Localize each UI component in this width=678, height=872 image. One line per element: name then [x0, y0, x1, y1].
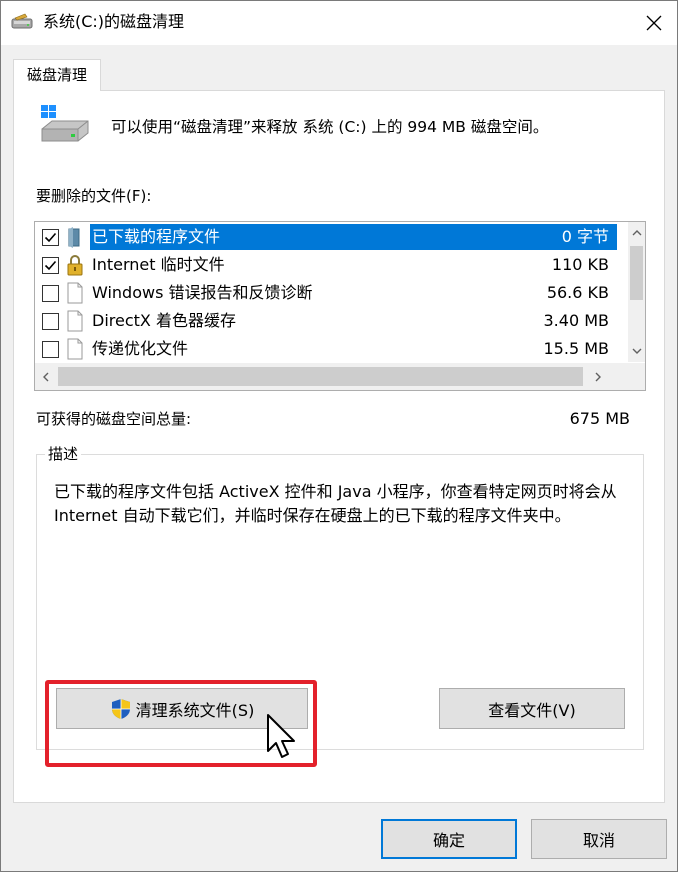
horizontal-scrollbar[interactable]	[35, 363, 629, 390]
files-list[interactable]: 已下载的程序文件 0 字节 Internet 临时文件 110 KB Windo…	[34, 221, 646, 391]
drive-icon	[41, 105, 89, 142]
description-title: 描述	[45, 443, 82, 465]
checkbox[interactable]	[42, 229, 59, 246]
file-icon	[67, 338, 83, 360]
file-size: 3.40 MB	[543, 311, 610, 330]
list-item[interactable]: Internet 临时文件 110 KB	[35, 251, 617, 279]
file-icon	[67, 310, 83, 332]
chevron-left-icon	[43, 372, 49, 381]
cancel-label: 取消	[582, 831, 615, 850]
checkbox[interactable]	[42, 285, 59, 302]
disk-cleanup-dialog: 系统(C:)的磁盘清理 磁盘清理 可以使用“磁盘清理”来释放 系统 (C:) 上…	[0, 0, 678, 872]
mouse-cursor-icon	[267, 714, 295, 758]
view-files-button[interactable]: 查看文件(V)	[439, 688, 625, 729]
scroll-up-button[interactable]	[628, 222, 645, 244]
list-item[interactable]: 已下载的程序文件 0 字节	[35, 223, 617, 251]
view-files-label: 查看文件(V)	[488, 700, 576, 720]
checkbox[interactable]	[42, 341, 59, 358]
file-name: Windows 错误报告和反馈诊断	[92, 283, 313, 302]
checkbox[interactable]	[42, 313, 59, 330]
close-icon	[646, 15, 662, 31]
file-size: 56.6 KB	[546, 283, 609, 302]
file-icon	[67, 282, 83, 304]
summary-text: 可以使用“磁盘清理”来释放 系统 (C:) 上的 994 MB 磁盘空间。	[111, 118, 549, 136]
file-size: 15.5 MB	[543, 339, 610, 358]
window-title: 系统(C:)的磁盘清理	[43, 12, 185, 31]
scrollbar-corner	[628, 363, 645, 390]
lock-icon	[67, 255, 83, 276]
files-label: 要删除的文件(F):	[36, 187, 152, 205]
file-name: Internet 临时文件	[92, 255, 225, 274]
title-bar[interactable]: 系统(C:)的磁盘清理	[1, 1, 677, 45]
file-name: DirectX 着色器缓存	[92, 311, 236, 330]
close-button[interactable]	[631, 1, 677, 45]
space-total-label: 可获得的磁盘空间总量:	[36, 410, 192, 428]
drive-cleanup-icon	[11, 13, 33, 29]
checkmark-icon	[44, 232, 57, 243]
chevron-right-icon	[595, 372, 601, 381]
file-size: 0 字节	[561, 227, 609, 246]
scroll-left-button[interactable]	[35, 363, 57, 390]
checkmark-icon	[44, 260, 57, 271]
chevron-up-icon	[632, 230, 641, 236]
file-name: 传递优化文件	[92, 339, 189, 358]
ok-button[interactable]: 确定	[381, 819, 517, 859]
vertical-scrollbar[interactable]	[628, 222, 645, 362]
space-total-value: 675 MB	[569, 409, 630, 428]
folder-icon	[68, 227, 80, 248]
scroll-right-button[interactable]	[587, 363, 609, 390]
list-item[interactable]: DirectX 着色器缓存 3.40 MB	[35, 307, 617, 335]
ok-label: 确定	[432, 831, 465, 850]
description-text: 已下载的程序文件包括 ActiveX 控件和 Java 小程序，你查看特定网页时…	[54, 482, 617, 525]
scroll-down-button[interactable]	[628, 340, 645, 362]
checkbox[interactable]	[42, 257, 59, 274]
list-item[interactable]: Windows 错误报告和反馈诊断 56.6 KB	[35, 279, 617, 307]
vertical-scroll-thumb[interactable]	[630, 246, 643, 300]
tab-disk-cleanup[interactable]: 磁盘清理	[13, 59, 101, 91]
file-size: 110 KB	[551, 255, 609, 274]
file-name: 已下载的程序文件	[90, 225, 223, 249]
cancel-button[interactable]: 取消	[531, 819, 667, 859]
list-item[interactable]: 传递优化文件 15.5 MB	[35, 335, 617, 363]
chevron-down-icon	[632, 348, 641, 354]
horizontal-scroll-thumb[interactable]	[58, 367, 583, 386]
